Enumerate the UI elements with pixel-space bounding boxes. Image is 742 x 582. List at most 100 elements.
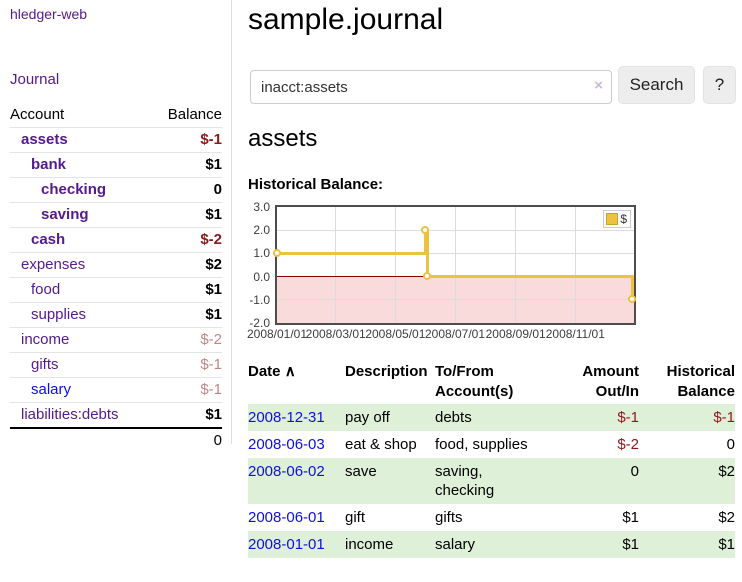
account-link-checking[interactable]: checking [41,181,106,198]
transaction-date-link[interactable]: 2008-06-02 [248,463,325,480]
transaction-date-link[interactable]: 2008-06-03 [248,436,325,453]
account-row: saving $1 [10,203,222,228]
clear-search-icon[interactable]: × [594,78,603,94]
account-row: checking 0 [10,178,222,203]
accounts-header-row: Account Balance [10,103,222,128]
transaction-amount: $-1 [547,404,639,431]
chart-point-marker [273,249,281,257]
accounts-header-balance: Balance [151,103,222,128]
account-link-expenses[interactable]: expenses [21,256,85,273]
account-link-cash[interactable]: cash [31,231,65,248]
legend-label: $ [620,212,627,226]
account-balance: $1 [151,403,222,429]
chart-line-segment [428,275,633,278]
account-link-income[interactable]: income [21,331,69,348]
transaction-accounts: gifts [435,504,547,531]
search-button[interactable]: Search [618,66,695,104]
chart-gridline [277,299,634,300]
transaction-balance: $2 [639,458,735,504]
account-balance: $-1 [151,128,222,153]
register-header-description: Description [345,360,435,404]
register-header-accounts: To/From Account(s) [435,360,547,404]
account-row: gifts $-1 [10,353,222,378]
transaction-amount: $1 [547,531,639,558]
chart-gridline [395,207,396,323]
chart-gridline [335,207,336,323]
x-axis-tick-label: 2008/11/01 [540,327,610,341]
account-balance: 0 [151,178,222,203]
transaction-balance: $2 [639,504,735,531]
account-balance: $1 [151,203,222,228]
account-balance: $-1 [151,353,222,378]
transaction-balance: $1 [639,531,735,558]
search-form: × [250,70,612,104]
chart-point-marker [628,295,636,303]
account-link-food[interactable]: food [31,281,60,298]
account-row: assets $-1 [10,128,222,153]
chart-x-axis: 2008/01/012008/03/012008/05/012008/07/01… [275,327,640,341]
sidebar-item-journal[interactable]: Journal [10,71,59,88]
transaction-description: eat & shop [345,431,435,458]
account-heading: assets [248,124,317,154]
account-link-liabilities-debts[interactable]: liabilities:debts [21,406,119,423]
accounts-total-balance: 0 [151,428,222,453]
transaction-row: 2008-12-31 pay off debts $-1 $-1 [248,404,735,431]
register-header-amount: Amount Out/In [547,360,639,404]
account-link-assets[interactable]: assets [21,131,68,148]
chart-gridline [455,207,456,323]
accounts-total-row: 0 [10,428,222,453]
chart-title: Historical Balance: [248,176,383,193]
chart-point-marker [421,226,429,234]
y-axis-tick-label: 1.0 [236,246,270,260]
transaction-row: 2008-01-01 income salary $1 $1 [248,531,735,558]
transaction-description: gift [345,504,435,531]
chart-line-segment [426,229,429,278]
transaction-accounts: salary [435,531,547,558]
chart-gridline [277,230,634,231]
account-link-saving[interactable]: saving [41,206,89,223]
chart-y-axis: 3.02.01.00.0-1.0-2.0 [236,207,270,323]
transaction-description: pay off [345,404,435,431]
account-row: cash $-2 [10,228,222,253]
y-axis-tick-label: 0.0 [236,270,270,284]
chart-line-segment [277,252,426,255]
transaction-balance: $-1 [639,404,735,431]
account-link-supplies[interactable]: supplies [31,306,86,323]
account-balance: $1 [151,278,222,303]
account-row: expenses $2 [10,253,222,278]
transaction-row: 2008-06-03 eat & shop food, supplies $-2… [248,431,735,458]
transaction-amount: $1 [547,504,639,531]
transaction-amount: $-2 [547,431,639,458]
register-header-balance: Historical Balance [639,360,735,404]
help-button[interactable]: ? [703,66,736,104]
register-header-row: Date ∧ Description To/From Account(s) Am… [248,360,735,404]
x-axis-tick-label: 2008/07/01 [420,327,490,341]
account-row: salary $-1 [10,378,222,403]
legend-swatch-icon [606,213,618,225]
page-title: sample.journal [248,2,443,38]
transaction-accounts: saving, checking [435,458,547,504]
account-link-gifts[interactable]: gifts [31,356,59,373]
transaction-date-link[interactable]: 2008-01-01 [248,536,325,553]
transaction-date-link[interactable]: 2008-06-01 [248,509,325,526]
register-header-date[interactable]: Date ∧ [248,360,345,404]
transaction-description: save [345,458,435,504]
accounts-table: Account Balance assets $-1 bank $1 check… [10,103,222,453]
transaction-date-link[interactable]: 2008-12-31 [248,409,325,426]
search-input[interactable] [250,70,612,104]
transaction-row: 2008-06-01 gift gifts $1 $2 [248,504,735,531]
account-row: food $1 [10,278,222,303]
account-row: liabilities:debts $1 [10,403,222,429]
transaction-accounts: food, supplies [435,431,547,458]
app-brand-link[interactable]: hledger-web [10,6,87,22]
account-link-salary[interactable]: salary [31,381,71,398]
account-balance: $-1 [151,378,222,403]
chart-gridline [515,207,516,323]
transaction-description: income [345,531,435,558]
y-axis-tick-label: -1.0 [236,293,270,307]
chart-gridline [575,207,576,323]
account-balance: $1 [151,303,222,328]
y-axis-tick-label: 2.0 [236,223,270,237]
account-row: bank $1 [10,153,222,178]
account-link-bank[interactable]: bank [31,156,66,173]
